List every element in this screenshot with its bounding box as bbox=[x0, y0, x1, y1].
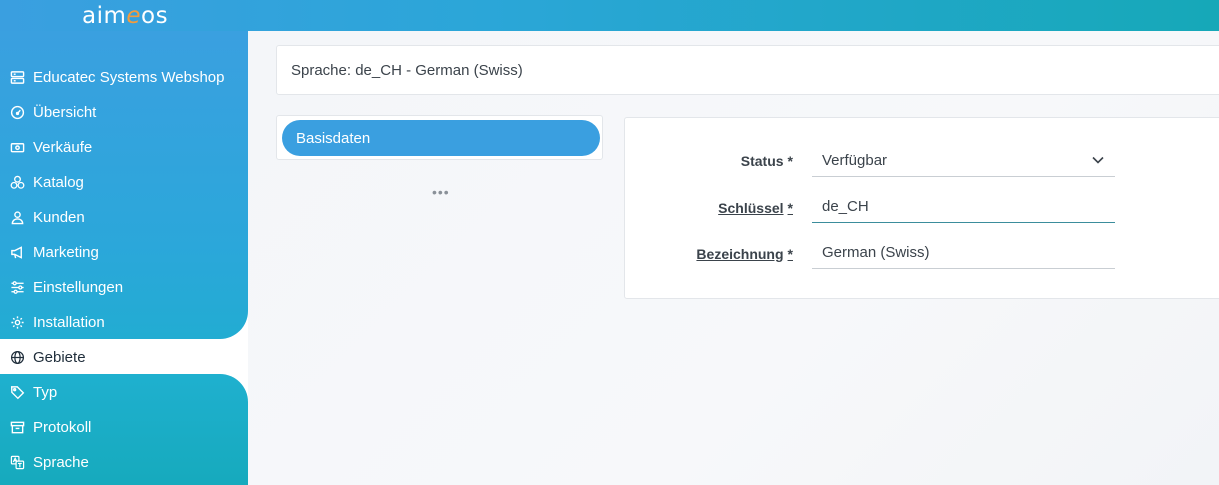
sidebar-item-label: Katalog bbox=[33, 174, 84, 191]
top-bar: aimeos bbox=[0, 0, 1219, 31]
sidebar-item-installation[interactable]: Installation bbox=[0, 305, 248, 340]
main-content: Sprache: de_CH - German (Swiss) Basisdat… bbox=[248, 31, 1219, 485]
sidebar-item-sales[interactable]: Verkäufe bbox=[0, 130, 248, 165]
sidebar-item-label: Gebiete bbox=[33, 349, 86, 366]
chevron-down-icon bbox=[1092, 156, 1104, 164]
tab-list: Basisdaten bbox=[276, 115, 603, 160]
sidebar-item-site[interactable]: Educatec Systems Webshop bbox=[0, 60, 248, 95]
megaphone-icon bbox=[9, 245, 25, 261]
boxes-icon bbox=[9, 175, 25, 191]
name-label: Bezeichnung * bbox=[696, 246, 793, 262]
archive-icon bbox=[9, 420, 25, 436]
tab-basic-data[interactable]: Basisdaten bbox=[282, 120, 600, 156]
more-options-icon[interactable]: ••• bbox=[432, 184, 450, 200]
sidebar-item-label: Sprache bbox=[33, 454, 89, 471]
basic-data-form: Status * Verfügbar Schlüssel * de_CH Bezei… bbox=[624, 117, 1219, 299]
sidebar-item-regions[interactable]: Gebiete bbox=[0, 340, 248, 375]
key-input[interactable]: de_CH bbox=[812, 190, 1115, 223]
name-input[interactable]: German (Swiss) bbox=[812, 236, 1115, 269]
dashboard-icon bbox=[9, 105, 25, 121]
sidebar-item-label: Marketing bbox=[33, 244, 99, 261]
sidebar-item-label: Educatec Systems Webshop bbox=[33, 69, 225, 86]
gear-icon bbox=[9, 315, 25, 331]
sidebar-item-label: Installation bbox=[33, 314, 105, 331]
sidebar: Educatec Systems Webshop Übersicht Verkä… bbox=[0, 31, 248, 485]
tag-icon bbox=[9, 385, 25, 401]
cash-icon bbox=[9, 140, 25, 156]
sidebar-item-overview[interactable]: Übersicht bbox=[0, 95, 248, 130]
sidebar-item-label: Übersicht bbox=[33, 104, 97, 121]
server-icon bbox=[9, 70, 25, 86]
status-value: Verfügbar bbox=[822, 151, 888, 169]
sidebar-item-type[interactable]: Typ bbox=[0, 375, 248, 410]
status-label: Status * bbox=[740, 153, 793, 169]
sidebar-item-label: Verkäufe bbox=[33, 139, 93, 156]
sidebar-item-label: Einstellungen bbox=[33, 279, 124, 296]
sidebar-item-label: Typ bbox=[33, 384, 58, 401]
translate-icon bbox=[9, 455, 25, 471]
status-select[interactable]: Verfügbar bbox=[812, 144, 1115, 177]
sliders-icon bbox=[9, 280, 25, 296]
aimeos-logo[interactable]: aimeos bbox=[82, 3, 168, 29]
globe-icon bbox=[9, 350, 25, 366]
sidebar-item-settings[interactable]: Einstellungen bbox=[0, 270, 248, 305]
sidebar-item-label: Protokoll bbox=[33, 419, 92, 436]
sidebar-item-customers[interactable]: Kunden bbox=[0, 200, 248, 235]
name-value: German (Swiss) bbox=[822, 243, 930, 261]
tab-label: Basisdaten bbox=[296, 129, 371, 147]
language-title: Sprache: de_CH - German (Swiss) bbox=[291, 61, 523, 79]
sidebar-item-language[interactable]: Sprache bbox=[0, 445, 248, 480]
sidebar-item-label: Kunden bbox=[33, 209, 85, 226]
sidebar-item-marketing[interactable]: Marketing bbox=[0, 235, 248, 270]
key-label: Schlüssel * bbox=[718, 200, 793, 216]
user-icon bbox=[9, 210, 25, 226]
key-value: de_CH bbox=[822, 197, 869, 215]
sidebar-item-catalog[interactable]: Katalog bbox=[0, 165, 248, 200]
page-title: Sprache: de_CH - German (Swiss) bbox=[276, 45, 1219, 95]
sidebar-item-log[interactable]: Protokoll bbox=[0, 410, 248, 445]
